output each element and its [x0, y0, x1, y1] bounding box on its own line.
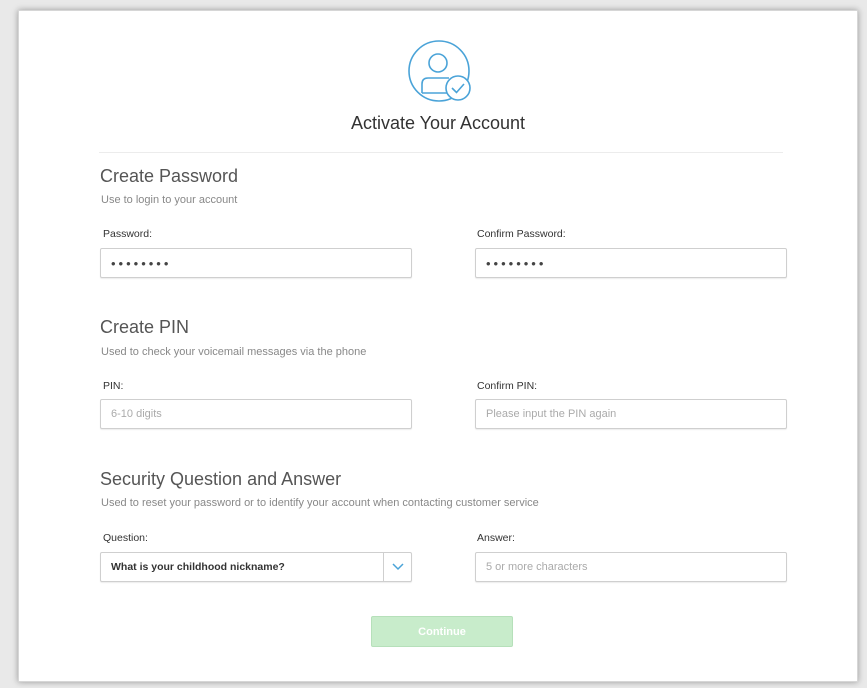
pin-section-title: Create PIN	[100, 317, 190, 337]
chevron-down-icon[interactable]	[383, 553, 411, 581]
confirm-password-field[interactable]: ••••••••	[475, 248, 787, 278]
pin-field[interactable]: 6-10 digits	[100, 399, 412, 429]
pin-section-subtitle: Used to check your voicemail messages vi…	[101, 346, 367, 358]
continue-button[interactable]: Continue	[371, 616, 513, 647]
question-select[interactable]: What is your childhood nickname?	[100, 552, 412, 582]
question-selected-value: What is your childhood nickname?	[111, 561, 285, 573]
page-title: Activate Your Account	[350, 113, 526, 133]
answer-field[interactable]: 5 or more characters	[475, 552, 787, 582]
question-label: Question:	[103, 532, 148, 544]
password-label: Password:	[103, 228, 153, 240]
password-section-title: Create Password	[100, 166, 239, 186]
header-divider	[99, 152, 783, 153]
confirm-pin-label: Confirm PIN:	[477, 380, 538, 392]
password-section-subtitle: Use to login to your account	[101, 194, 238, 206]
activation-card: Activate Your Account Create Password Us…	[18, 10, 858, 682]
password-field[interactable]: ••••••••	[100, 248, 412, 278]
security-section-subtitle: Used to reset your password or to identi…	[101, 497, 539, 509]
security-section-title: Security Question and Answer	[100, 469, 342, 489]
confirm-pin-field[interactable]: Please input the PIN again	[475, 399, 787, 429]
user-check-icon	[408, 40, 471, 102]
confirm-password-label: Confirm Password:	[477, 228, 566, 240]
answer-label: Answer:	[477, 532, 515, 544]
pin-label: PIN:	[103, 380, 124, 392]
